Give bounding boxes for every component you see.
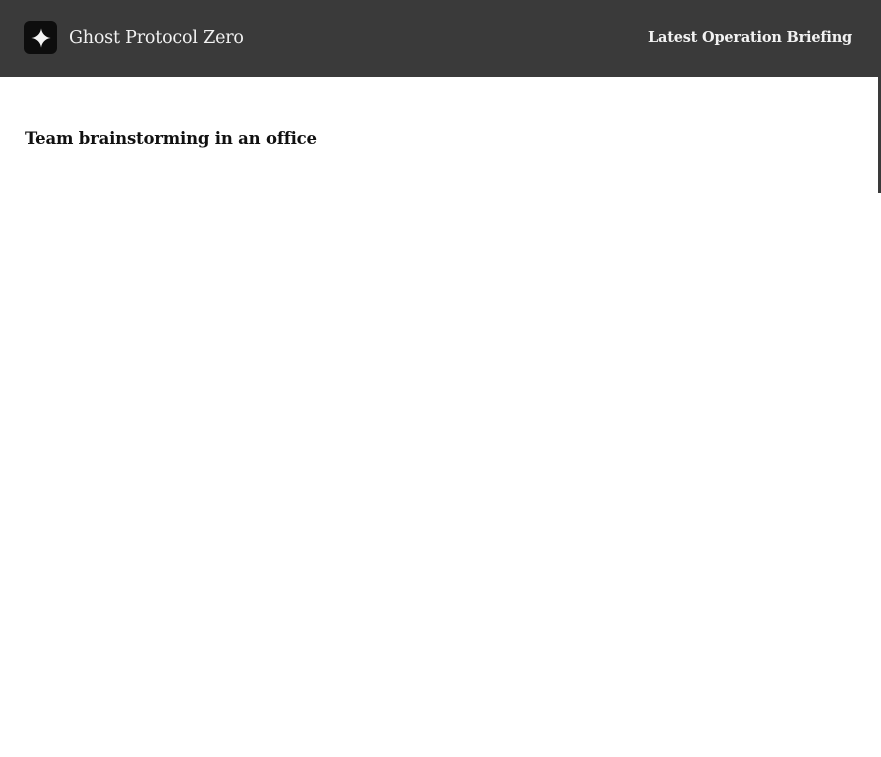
site-title[interactable]: Ghost Protocol Zero — [69, 27, 244, 49]
page-title: Team brainstorming in an office — [25, 129, 317, 148]
site-header: Ghost Protocol Zero Latest Operation Bri… — [0, 0, 878, 77]
sparkle-icon[interactable] — [24, 21, 57, 54]
nav-link-latest-operation-briefing[interactable]: Latest Operation Briefing — [648, 28, 852, 48]
page: Ghost Protocol Zero Latest Operation Bri… — [0, 0, 881, 757]
